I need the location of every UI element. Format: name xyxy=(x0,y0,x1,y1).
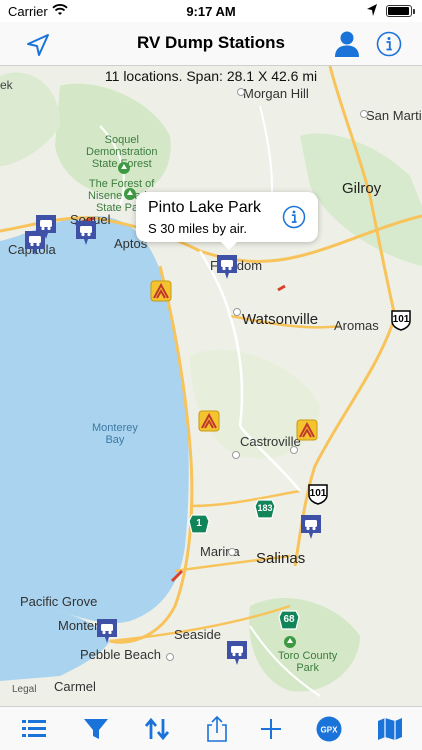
park-tree-icon xyxy=(284,636,296,648)
place-carmel: Carmel xyxy=(54,679,96,694)
bottom-toolbar: GPX xyxy=(0,706,422,750)
navigation-bar: RV Dump Stations xyxy=(0,22,422,66)
rv-station-pin-icon[interactable] xyxy=(96,618,118,644)
town-dot xyxy=(360,110,368,118)
place-toro-park: Toro County Park xyxy=(278,650,338,674)
us-101-shield: 101 xyxy=(307,483,329,505)
town-dot xyxy=(290,446,298,454)
callout-info-icon[interactable] xyxy=(282,205,306,229)
callout-title: Pinto Lake Park xyxy=(148,199,261,216)
map-summary: 11 locations. Span: 28.1 X 42.6 mi xyxy=(104,68,318,84)
callout-subtitle: S 30 miles by air. xyxy=(148,221,247,236)
user-icon[interactable] xyxy=(332,29,362,59)
legal-link[interactable]: Legal xyxy=(12,684,36,695)
gpx-icon[interactable]: GPX xyxy=(315,715,343,743)
rv-station-pin-icon[interactable] xyxy=(24,230,46,256)
town-dot xyxy=(166,653,174,661)
ca-68-shield: 68 xyxy=(278,609,300,631)
town-dot xyxy=(232,451,240,459)
rv-station-pin-icon[interactable] xyxy=(216,254,238,280)
rv-station-pin-icon[interactable] xyxy=(75,220,97,246)
place-salinas: Salinas xyxy=(256,550,306,567)
place-san-martin: San Martin xyxy=(366,108,422,123)
campground-marker-icon[interactable] xyxy=(296,419,318,441)
ca-183-shield: 183 xyxy=(254,498,276,520)
filter-icon[interactable] xyxy=(82,715,110,743)
town-dot xyxy=(228,548,236,556)
place-aromas: Aromas xyxy=(334,318,379,333)
place-morgan-hill: Morgan Hill xyxy=(243,86,309,101)
place-gilroy: Gilroy xyxy=(342,180,382,197)
rv-station-pin-icon[interactable] xyxy=(300,514,322,540)
town-dot xyxy=(237,88,245,96)
place-pacific-grove: Pacific Grove xyxy=(20,594,98,609)
place-seaside: Seaside xyxy=(174,627,221,642)
town-dot xyxy=(233,308,241,316)
location-services-icon xyxy=(367,4,377,16)
place-label-ek: ek xyxy=(0,78,13,92)
map-view[interactable]: 11 locations. Span: 28.1 X 42.6 mi ek Mo… xyxy=(0,66,422,706)
list-icon[interactable] xyxy=(20,715,48,743)
clock: 9:17 AM xyxy=(186,4,236,19)
map-callout[interactable]: Pinto Lake Park S 30 miles by air. xyxy=(136,192,318,250)
rv-station-pin-icon[interactable] xyxy=(226,640,248,666)
park-tree-icon xyxy=(118,162,130,174)
map-base xyxy=(0,66,422,697)
info-icon[interactable] xyxy=(376,31,402,57)
battery-icon xyxy=(386,5,415,17)
svg-text:GPX: GPX xyxy=(321,726,339,735)
place-watsonville: Watsonville xyxy=(242,311,319,328)
share-icon[interactable] xyxy=(203,715,231,743)
place-pebble-beach: Pebble Beach xyxy=(80,647,161,662)
map-icon[interactable] xyxy=(376,715,404,743)
sort-icon[interactable] xyxy=(143,715,171,743)
park-tree-icon xyxy=(124,188,136,200)
campground-marker-icon[interactable] xyxy=(198,410,220,432)
plus-icon[interactable] xyxy=(257,715,285,743)
us-101-shield: 101 xyxy=(390,309,412,331)
ca-1-shield: 1 xyxy=(188,513,210,535)
place-monterey-bay: Monterey Bay xyxy=(92,422,138,446)
status-bar: Carrier 9:17 AM xyxy=(0,0,422,22)
campground-marker-icon[interactable] xyxy=(150,280,172,302)
